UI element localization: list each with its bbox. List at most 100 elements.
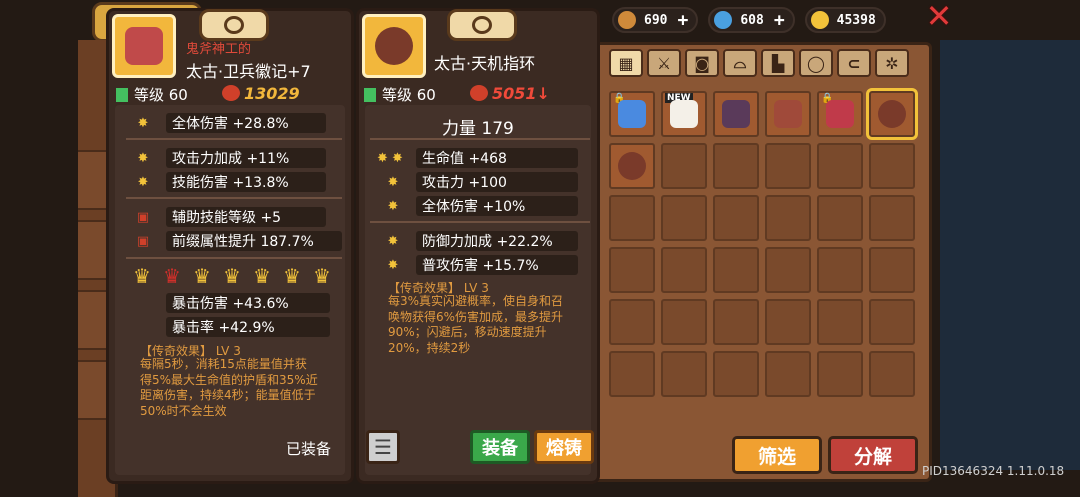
decompose-button[interactable]: 分解 — [828, 436, 918, 474]
star-icon: ✸ — [387, 257, 399, 273]
gear-icon[interactable]: ✲ — [875, 49, 909, 77]
stat-row: ▣ 前缀属性提升 187.7% — [134, 230, 342, 252]
inventory-slot[interactable] — [817, 351, 863, 397]
star-icon: ✸ — [387, 233, 399, 249]
sword-icon[interactable]: ⚔ — [647, 49, 681, 77]
inventory-slot[interactable] — [661, 143, 707, 189]
inventory-slot[interactable] — [765, 247, 811, 293]
inventory-slot[interactable] — [765, 91, 811, 137]
inventory-slot[interactable] — [661, 195, 707, 241]
ring-item-icon — [618, 152, 646, 180]
inventory-slot[interactable] — [609, 299, 655, 345]
inventory-slot[interactable] — [817, 299, 863, 345]
ore-icon — [618, 11, 636, 29]
inventory-slot[interactable] — [713, 143, 759, 189]
stat-row: 暴击率 +42.9% — [166, 316, 330, 338]
stat-row: ✸ ✸ 生命值 +468 — [372, 147, 578, 169]
divider — [126, 138, 342, 140]
inventory-slot[interactable] — [661, 247, 707, 293]
crown-icon: ♛ — [313, 264, 331, 288]
inventory-slot[interactable] — [713, 351, 759, 397]
star-icon: ✸ — [137, 150, 149, 166]
item-prefix: 鬼斧神工的 — [186, 42, 252, 57]
stat-row: 暴击伤害 +43.6% — [166, 292, 330, 314]
inventory-slot[interactable] — [765, 299, 811, 345]
inventory-slot[interactable] — [713, 299, 759, 345]
stat-row: ✸ 技能伤害 +13.8% — [134, 171, 326, 193]
inventory-slot[interactable] — [609, 247, 655, 293]
inventory-slot[interactable] — [713, 91, 759, 137]
cloud-item-icon — [670, 100, 698, 128]
stat-row: ✸ 攻击力加成 +11% — [134, 147, 326, 169]
inventory-slot[interactable] — [713, 247, 759, 293]
stat-row: ✸ 普攻伤害 +15.7% — [384, 254, 578, 276]
inventory-slot[interactable] — [609, 143, 655, 189]
star-icon: ✸ — [387, 174, 399, 190]
ring-item-icon — [878, 100, 906, 128]
inventory-slot[interactable] — [869, 143, 915, 189]
crown-icon: ♛ — [223, 264, 241, 288]
card-cap — [447, 9, 517, 41]
divider — [126, 257, 342, 259]
inventory-slot[interactable] — [765, 351, 811, 397]
inventory-slot[interactable] — [869, 195, 915, 241]
item-level: 等级 60 — [364, 84, 436, 105]
armor-icon[interactable]: ◙ — [685, 49, 719, 77]
add-gem-button[interactable]: + — [774, 10, 785, 31]
power-icon — [222, 85, 240, 101]
inventory-slot[interactable]: 🔒 — [817, 91, 863, 137]
crown-icon: ♛ — [253, 264, 271, 288]
double-star-icon: ✸ ✸ — [377, 150, 403, 166]
amulet-icon[interactable]: ⊂ — [837, 49, 871, 77]
ring-item-icon — [362, 14, 426, 78]
ore-resource: 690 + — [612, 7, 699, 33]
inventory-slot[interactable] — [609, 195, 655, 241]
crystal-armor-icon — [618, 100, 646, 128]
star-icon: ✸ — [137, 174, 149, 190]
boots-item-icon — [774, 100, 802, 128]
inventory-slot[interactable]: 🔒 — [609, 91, 655, 137]
gold-resource: 45398 — [804, 7, 886, 33]
inventory-slot-selected[interactable] — [866, 88, 918, 140]
grid-icon[interactable]: ▦ — [609, 49, 643, 77]
gem-value: 608 — [740, 12, 764, 28]
inventory-slot[interactable] — [869, 299, 915, 345]
inventory-slot[interactable] — [765, 143, 811, 189]
item-name: 太古·卫兵徽记+7 — [186, 62, 311, 81]
player-id-version: PID13646324 1.11.0.18 — [922, 464, 1065, 478]
inventory-slot[interactable] — [817, 195, 863, 241]
add-ore-button[interactable]: + — [677, 10, 688, 31]
inventory-slot[interactable] — [713, 195, 759, 241]
crown-icon: ♛ — [283, 264, 301, 288]
inventory-slot[interactable] — [661, 299, 707, 345]
gem-icon — [714, 11, 733, 29]
inventory-slot[interactable] — [869, 247, 915, 293]
inventory-slot[interactable]: NEW — [661, 91, 707, 137]
equip-button[interactable]: 装备 — [470, 430, 530, 464]
inventory-slot[interactable] — [817, 143, 863, 189]
inventory-slot[interactable] — [869, 351, 915, 397]
ring-icon[interactable]: ◯ — [799, 49, 833, 77]
crown-icon: ♛ — [163, 264, 181, 288]
game-screen: 690 + 608 + 45398 ✕ ▦ ⚔ ◙ ⌓ ▙ ◯ ⊂ ✲ 🔒 NE… — [0, 0, 1080, 497]
background-right — [940, 40, 1080, 470]
inventory-slot[interactable] — [765, 195, 811, 241]
stat-row: ▣ 辅助技能等级 +5 — [134, 206, 326, 228]
scroll-icon: ▣ — [136, 233, 150, 249]
inventory-slot[interactable] — [661, 351, 707, 397]
divider — [370, 221, 590, 223]
crown-icon: ♛ — [193, 264, 211, 288]
boots-icon[interactable]: ▙ — [761, 49, 795, 77]
gold-value: 45398 — [836, 12, 876, 28]
close-icon[interactable]: ✕ — [922, 0, 956, 32]
scroll-icon: ▣ — [136, 209, 150, 225]
inventory-slot[interactable] — [609, 351, 655, 397]
helmet-icon[interactable]: ⌓ — [723, 49, 757, 77]
power-down-arrow-icon: ↓ — [536, 84, 550, 103]
power-icon — [470, 85, 488, 101]
inventory-grid: 🔒 NEW 🔒 — [609, 88, 918, 397]
list-icon[interactable]: ☰ — [366, 430, 400, 464]
filter-button[interactable]: 筛选 — [732, 436, 822, 474]
inventory-slot[interactable] — [817, 247, 863, 293]
forge-button[interactable]: 熔铸 — [534, 430, 594, 464]
